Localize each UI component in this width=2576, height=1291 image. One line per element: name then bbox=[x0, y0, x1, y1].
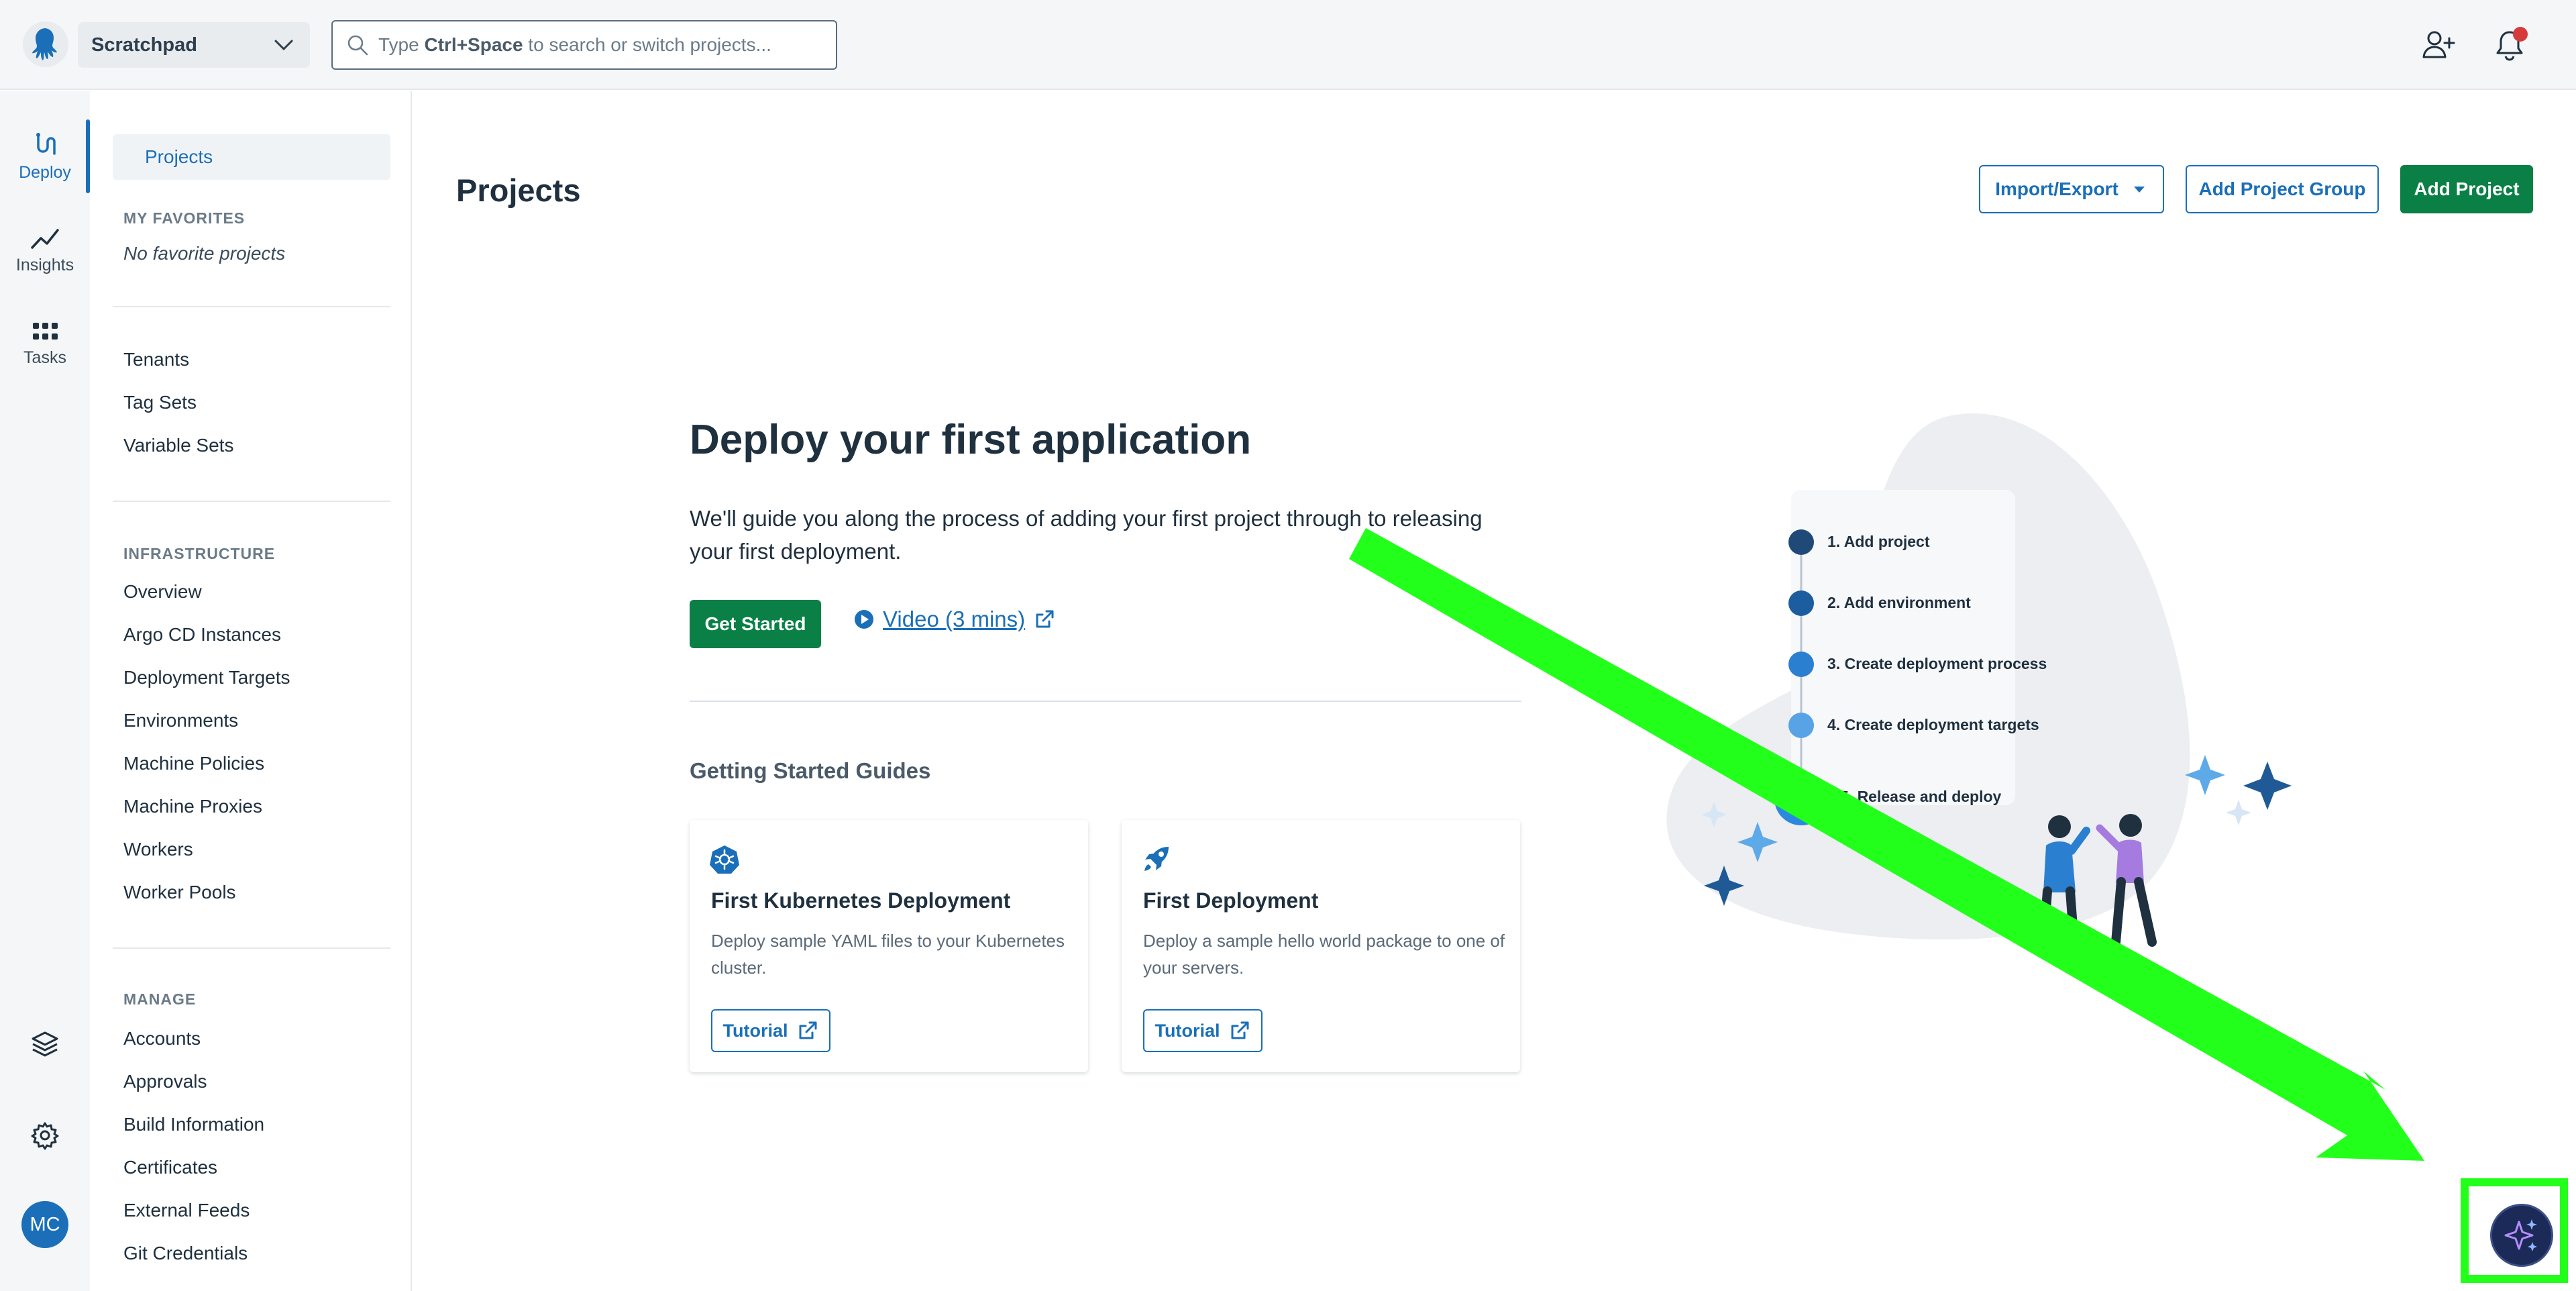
sidenav-item-environments[interactable]: Environments bbox=[123, 710, 238, 731]
rail-item-insights[interactable]: Insights bbox=[0, 213, 90, 287]
sidenav-item-worker-pools[interactable]: Worker Pools bbox=[123, 882, 236, 903]
left-rail: Deploy Insights Tasks MC bbox=[0, 91, 90, 1291]
step-label: 1. Add project bbox=[1827, 533, 1930, 550]
play-circle-icon bbox=[855, 610, 873, 629]
add-project-group-button[interactable]: Add Project Group bbox=[2186, 165, 2379, 213]
tasks-icon bbox=[33, 322, 58, 340]
avatar[interactable]: MC bbox=[21, 1201, 68, 1248]
insights-icon bbox=[31, 228, 59, 249]
space-name: Scratchpad bbox=[91, 34, 197, 56]
sidenav-item-machine-proxies[interactable]: Machine Proxies bbox=[123, 796, 262, 817]
page-title: Projects bbox=[456, 172, 581, 208]
favorites-empty-text: No favorite projects bbox=[123, 243, 286, 264]
hero-title: Deploy your first application bbox=[690, 417, 1252, 463]
divider bbox=[113, 306, 390, 307]
notification-dot bbox=[2513, 27, 2528, 42]
search-icon bbox=[347, 35, 368, 56]
divider bbox=[113, 947, 390, 949]
side-nav: Projects MY FAVORITES No favorite projec… bbox=[91, 91, 412, 1291]
invite-user-button[interactable] bbox=[2419, 25, 2458, 64]
import-export-button[interactable]: Import/Export bbox=[1979, 165, 2164, 213]
external-link-icon bbox=[1036, 610, 1054, 628]
sidenav-item-projects[interactable]: Projects bbox=[113, 134, 390, 180]
step-label: 5. Release and deploy bbox=[1840, 788, 2002, 805]
sidenav-item-tag-sets[interactable]: Tag Sets bbox=[123, 392, 197, 413]
sidenav-item-external-feeds[interactable]: External Feeds bbox=[123, 1200, 250, 1221]
chevron-down-icon bbox=[274, 40, 293, 51]
sidenav-item-accounts[interactable]: Accounts bbox=[123, 1028, 201, 1049]
get-started-button[interactable]: Get Started bbox=[690, 600, 821, 648]
guide-card-first-deployment: First Deployment Deploy a sample hello w… bbox=[1122, 820, 1520, 1072]
tutorial-button[interactable]: Tutorial bbox=[711, 1009, 830, 1052]
layers-icon bbox=[32, 1031, 58, 1057]
rail-item-tasks[interactable]: Tasks bbox=[0, 307, 90, 381]
video-label: Video (3 mins) bbox=[883, 607, 1026, 631]
rail-item-deploy[interactable]: Deploy bbox=[0, 119, 90, 193]
rail-label-deploy: Deploy bbox=[19, 162, 71, 182]
step-label: 4. Create deployment targets bbox=[1827, 716, 2039, 733]
add-user-icon bbox=[2422, 31, 2455, 58]
layers-button[interactable] bbox=[25, 1024, 65, 1064]
sidenav-item-git-credentials[interactable]: Git Credentials bbox=[123, 1243, 248, 1264]
ai-assistant-button[interactable] bbox=[2490, 1204, 2553, 1267]
avatar-initials: MC bbox=[30, 1213, 60, 1235]
octopus-logo-icon[interactable] bbox=[23, 21, 68, 67]
kubernetes-icon bbox=[710, 845, 739, 874]
infrastructure-heading: INFRASTRUCTURE bbox=[123, 545, 276, 562]
sidenav-item-approvals[interactable]: Approvals bbox=[123, 1071, 207, 1092]
gear-icon bbox=[31, 1122, 59, 1150]
sidenav-item-machine-policies[interactable]: Machine Policies bbox=[123, 753, 264, 774]
search-placeholder: Type Ctrl+Space to search or switch proj… bbox=[378, 34, 771, 55]
onboarding-illustration: 1. Add project 2. Add environment 3. Cre… bbox=[1610, 403, 2308, 1074]
settings-button[interactable] bbox=[25, 1115, 65, 1155]
divider bbox=[113, 501, 390, 502]
import-export-label: Import/Export bbox=[1995, 178, 2118, 199]
rail-label-insights: Insights bbox=[15, 255, 74, 274]
card-description: Deploy sample YAML files to your Kuberne… bbox=[711, 931, 1065, 978]
guide-card-kubernetes: First Kubernetes Deployment Deploy sampl… bbox=[690, 820, 1088, 1072]
card-title: First Kubernetes Deployment bbox=[711, 888, 1011, 913]
manage-heading: MANAGE bbox=[123, 990, 197, 1008]
sidenav-item-argo-cd-instances[interactable]: Argo CD Instances bbox=[123, 624, 281, 646]
card-description: Deploy a sample hello world package to o… bbox=[1143, 931, 1505, 978]
add-project-button[interactable]: Add Project bbox=[2400, 165, 2533, 213]
external-link-icon bbox=[1231, 1021, 1248, 1039]
favorites-heading: MY FAVORITES bbox=[123, 209, 246, 227]
video-link[interactable]: Video (3 mins) bbox=[853, 607, 1056, 632]
illustration-art bbox=[1666, 413, 2292, 949]
hero-description: We'll guide you along the process of add… bbox=[690, 506, 1483, 564]
sidenav-item-tenants[interactable]: Tenants bbox=[123, 349, 189, 370]
sidenav-item-overview[interactable]: Overview bbox=[123, 581, 202, 603]
tutorial-label: Tutorial bbox=[722, 1020, 788, 1041]
step-label: 2. Add environment bbox=[1827, 594, 1971, 611]
deploy-icon bbox=[36, 132, 56, 155]
sparkles-icon bbox=[2504, 1219, 2537, 1251]
external-link-icon bbox=[799, 1021, 816, 1039]
sidenav-item-certificates[interactable]: Certificates bbox=[123, 1157, 217, 1178]
top-bar: Scratchpad Type Ctrl+Space to search or … bbox=[0, 0, 2576, 90]
rocket-icon bbox=[1144, 847, 1169, 871]
divider bbox=[690, 701, 1521, 702]
caret-down-icon bbox=[2133, 187, 2145, 193]
sidenav-item-deployment-targets[interactable]: Deployment Targets bbox=[123, 667, 290, 688]
sidenav-item-workers[interactable]: Workers bbox=[123, 839, 193, 860]
card-title: First Deployment bbox=[1143, 888, 1319, 913]
sidenav-item-build-information[interactable]: Build Information bbox=[123, 1114, 264, 1135]
search-input[interactable]: Type Ctrl+Space to search or switch proj… bbox=[331, 20, 837, 70]
sidenav-item-variable-sets[interactable]: Variable Sets bbox=[123, 435, 233, 456]
space-switcher[interactable]: Scratchpad bbox=[78, 22, 310, 68]
rail-label-tasks: Tasks bbox=[23, 348, 66, 367]
guides-heading: Getting Started Guides bbox=[690, 758, 931, 783]
notifications-button[interactable] bbox=[2490, 25, 2529, 64]
tutorial-label: Tutorial bbox=[1155, 1020, 1220, 1041]
tutorial-button[interactable]: Tutorial bbox=[1143, 1009, 1263, 1052]
step-label: 3. Create deployment process bbox=[1827, 655, 2047, 672]
